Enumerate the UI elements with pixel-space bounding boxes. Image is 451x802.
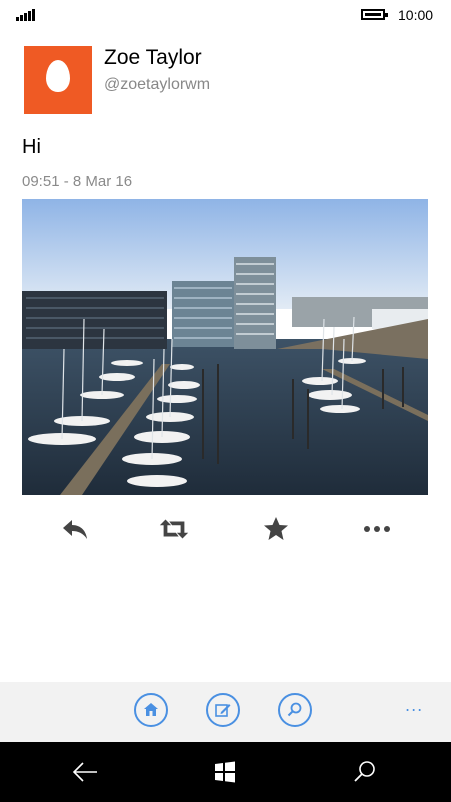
- reply-icon: [63, 520, 87, 539]
- retweet-button[interactable]: [157, 512, 191, 546]
- status-bar: 10:00: [0, 0, 451, 32]
- system-nav-bar: [0, 742, 451, 802]
- favorite-button[interactable]: [259, 512, 293, 546]
- home-button[interactable]: [134, 693, 168, 727]
- retweet-icon: [159, 519, 189, 539]
- back-button[interactable]: [70, 757, 100, 787]
- more-icon: [364, 526, 390, 532]
- search-icon: [354, 761, 375, 782]
- egg-icon: [46, 60, 70, 92]
- windows-icon: [215, 761, 235, 783]
- more-actions-button[interactable]: [360, 512, 394, 546]
- tweet-timestamp: 09:51 - 8 Mar 16: [22, 173, 133, 190]
- reply-button[interactable]: [58, 512, 92, 546]
- app-bar: ...: [0, 682, 451, 742]
- avatar[interactable]: [24, 46, 92, 114]
- author-name[interactable]: Zoe Taylor: [104, 46, 202, 70]
- compose-icon: [215, 704, 231, 717]
- star-icon: [264, 517, 288, 540]
- compose-button[interactable]: [206, 693, 240, 727]
- back-arrow-icon: [72, 762, 97, 782]
- signal-icon: [16, 9, 36, 21]
- tweet-photo[interactable]: [22, 199, 428, 495]
- tweet-text: Hi: [22, 136, 41, 158]
- app-bar-more-button[interactable]: ...: [405, 696, 423, 715]
- search-icon: [287, 702, 302, 717]
- battery-icon: [361, 9, 388, 20]
- home-icon: [144, 703, 158, 716]
- clock: 10:00: [398, 7, 434, 23]
- start-button[interactable]: [210, 757, 240, 787]
- author-handle[interactable]: @zoetaylorwm: [104, 76, 210, 94]
- search-button[interactable]: [278, 693, 312, 727]
- search-nav-button[interactable]: [350, 757, 380, 787]
